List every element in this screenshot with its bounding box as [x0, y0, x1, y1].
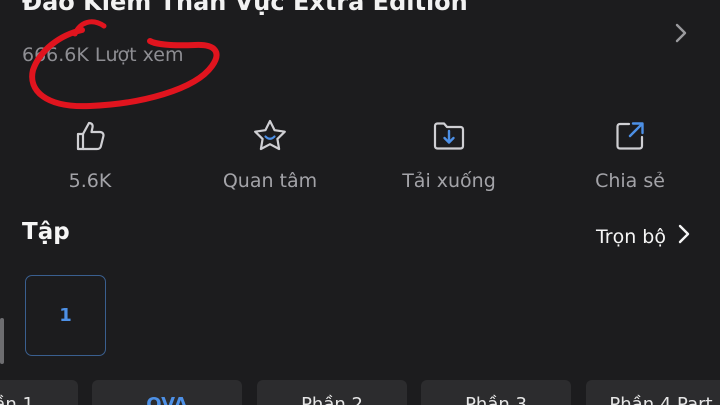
like-button[interactable]: 5.6K — [15, 116, 165, 192]
follow-button[interactable]: Quan tâm — [195, 116, 345, 192]
download-button[interactable]: Tải xuống — [374, 116, 524, 192]
episodes-heading: Tập — [22, 219, 70, 245]
scrollbar-thumb[interactable] — [0, 318, 4, 364]
episode-number: 1 — [59, 305, 72, 326]
share-icon — [555, 116, 705, 156]
full-series-link[interactable]: Trọn bộ — [596, 224, 690, 249]
chevron-right-icon — [678, 224, 690, 249]
thumbs-up-icon — [15, 116, 165, 156]
season-tab[interactable]: Phần 3 — [421, 380, 571, 405]
episode-button[interactable]: 1 — [25, 275, 106, 356]
download-icon — [374, 116, 524, 156]
star-icon — [195, 116, 345, 156]
view-count: 666.6K Lượt xem — [22, 44, 184, 66]
season-tab[interactable]: OVA — [92, 380, 242, 405]
full-series-label: Trọn bộ — [595, 225, 666, 248]
show-title: Đao Kiếm Thần Vực Extra Edition — [22, 0, 468, 16]
season-tabs: Phần 1 OVA Phần 2 Phần 3 Phần 4 Part — [0, 380, 720, 405]
chevron-right-icon[interactable] — [674, 22, 688, 48]
season-tab[interactable]: Phần 2 — [257, 380, 407, 405]
share-button[interactable]: Chia sẻ — [555, 116, 705, 192]
season-tab[interactable]: Phần 1 — [0, 380, 78, 405]
season-tab[interactable]: Phần 4 Part — [586, 380, 720, 405]
